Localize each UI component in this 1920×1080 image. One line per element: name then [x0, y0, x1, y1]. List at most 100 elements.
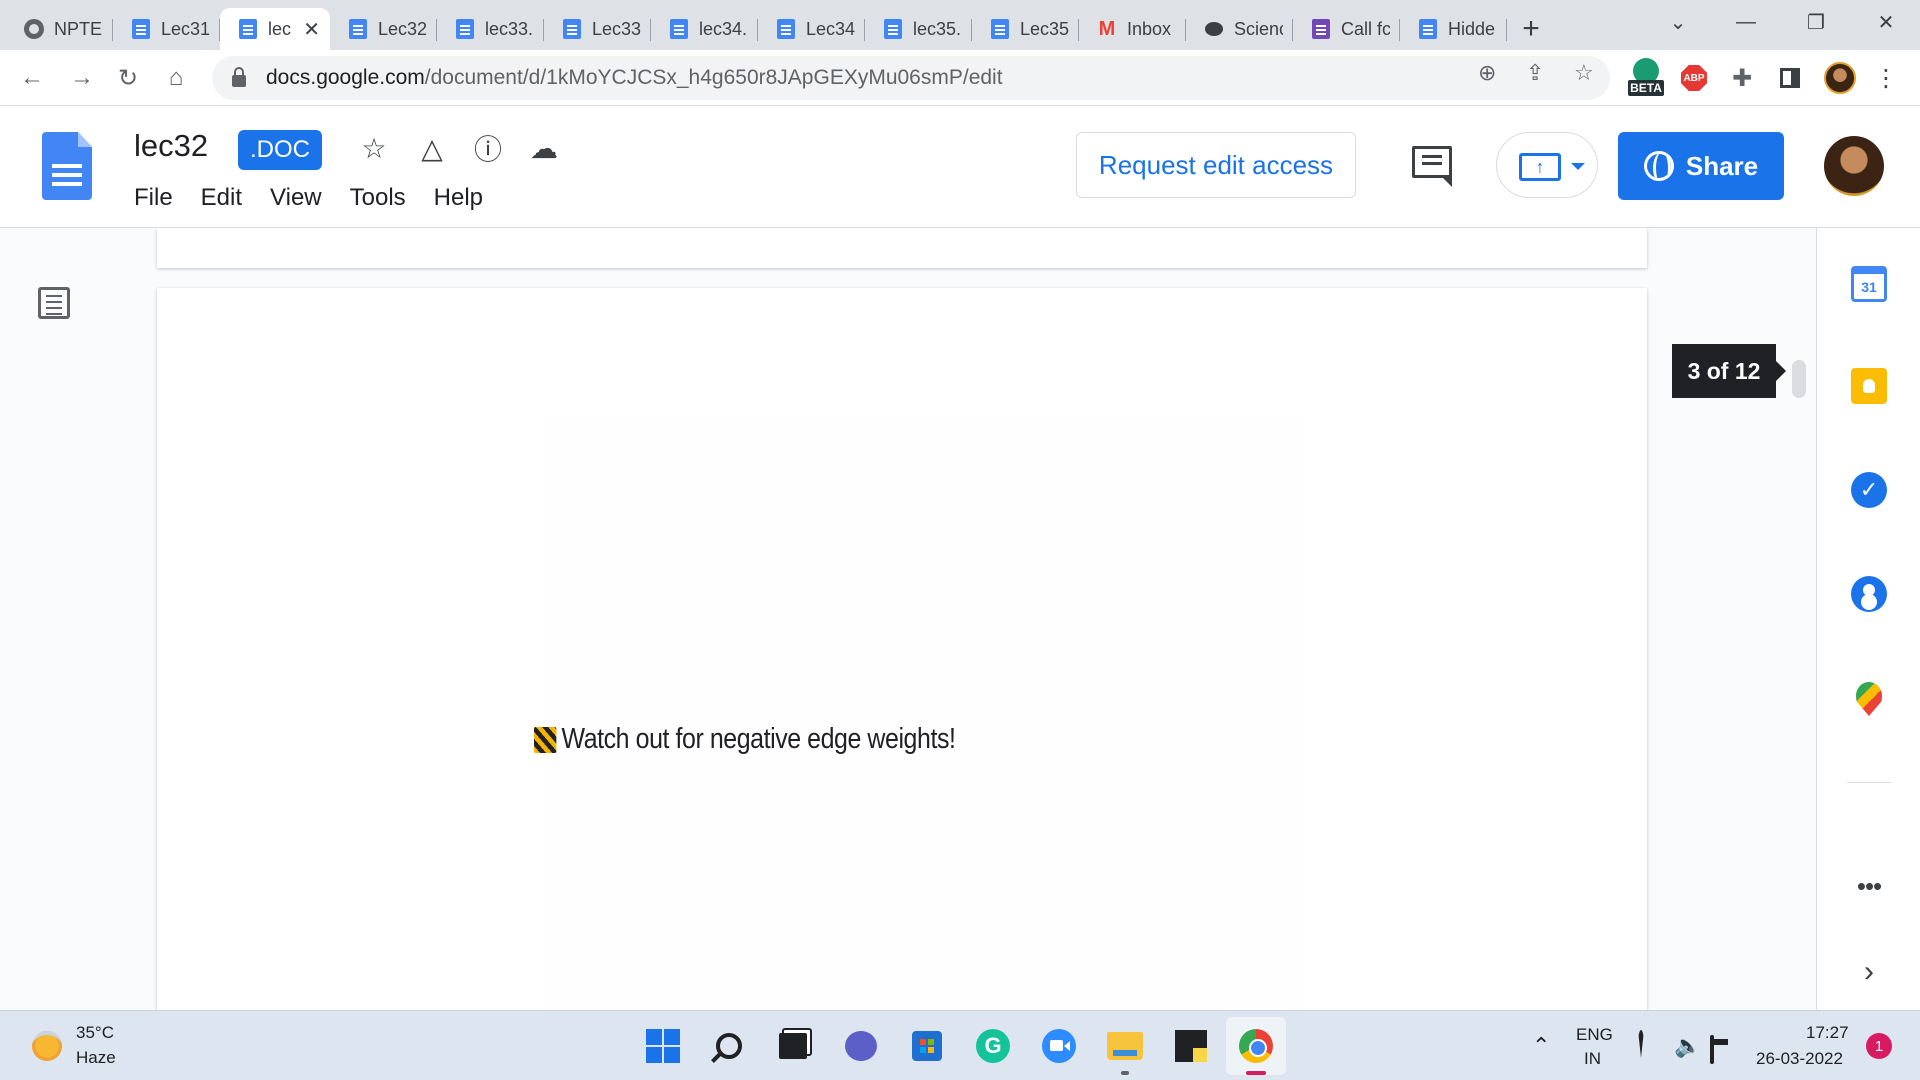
- contacts-icon[interactable]: [1851, 576, 1887, 612]
- restore-icon[interactable]: ❐: [1782, 0, 1850, 44]
- document-page: [157, 288, 1647, 1010]
- scrollbar-thumb[interactable]: [1792, 360, 1806, 398]
- forms-icon: [1311, 19, 1331, 39]
- url-text: docs.google.com/document/d/1kMoYCJCSx_h4…: [266, 66, 1003, 89]
- weather-haze-icon[interactable]: [32, 1031, 62, 1061]
- tab-lec33-doc[interactable]: lec33.: [437, 8, 544, 50]
- star-icon[interactable]: ☆: [356, 130, 392, 166]
- grammarly-icon[interactable]: G: [972, 1025, 1014, 1067]
- docs-icon: [990, 19, 1010, 39]
- share-button[interactable]: Share: [1618, 132, 1784, 200]
- request-edit-access-button[interactable]: Request edit access: [1076, 132, 1356, 198]
- weather-condition[interactable]: Haze: [76, 1048, 116, 1068]
- weather-temperature[interactable]: 35°C: [76, 1023, 114, 1043]
- sticky-notes-icon[interactable]: [1170, 1025, 1212, 1067]
- tab-science[interactable]: Scienc: [1186, 8, 1293, 50]
- tab-lec34-doc[interactable]: lec34.: [651, 8, 758, 50]
- search-icon[interactable]: [708, 1025, 750, 1067]
- extensions-puzzle-icon[interactable]: ✚: [1724, 60, 1760, 96]
- docs-icon: [455, 19, 475, 39]
- bookmark-star-icon[interactable]: ☆: [1574, 60, 1594, 86]
- clock-time[interactable]: 17:27: [1806, 1023, 1849, 1043]
- side-panel-icon[interactable]: [1772, 60, 1808, 96]
- tab-lec32-active[interactable]: lec ✕: [220, 8, 330, 50]
- maps-icon[interactable]: [1856, 682, 1882, 716]
- menu-help[interactable]: Help: [424, 180, 493, 216]
- home-icon[interactable]: ⌂: [156, 58, 196, 98]
- chrome-icon[interactable]: [1235, 1025, 1277, 1067]
- tab-lec35-doc[interactable]: lec35.: [865, 8, 972, 50]
- browser-toolbar: ← → ↻ ⌂ docs.google.com/document/d/1kMoY…: [0, 50, 1920, 106]
- minimize-icon[interactable]: —: [1712, 0, 1780, 44]
- teams-chat-icon[interactable]: [840, 1025, 882, 1067]
- reload-icon[interactable]: ↻: [108, 58, 148, 98]
- document-outline-icon[interactable]: [38, 287, 70, 319]
- tab-title: Lec31: [161, 18, 210, 39]
- start-menu-icon[interactable]: [642, 1025, 684, 1067]
- forward-arrow-icon[interactable]: →: [62, 58, 102, 98]
- input-region[interactable]: IN: [1584, 1049, 1601, 1069]
- tab-title: lec34.: [699, 18, 748, 39]
- tab-search-chevron-icon[interactable]: ⌄: [1644, 0, 1712, 44]
- tab-title: Lec35: [1020, 18, 1069, 39]
- docs-icon: [131, 19, 151, 39]
- tab-lec35[interactable]: Lec35: [972, 8, 1079, 50]
- file-explorer-icon[interactable]: [1104, 1025, 1146, 1067]
- document-title[interactable]: lec32: [134, 128, 208, 164]
- tab-hidden[interactable]: Hidde: [1400, 8, 1507, 50]
- tab-call-for[interactable]: Call fc: [1293, 8, 1400, 50]
- cloud-saved-icon[interactable]: ☁: [526, 130, 562, 166]
- previous-page: [157, 228, 1647, 268]
- tab-title: Hidde: [1448, 18, 1496, 39]
- calendar-icon[interactable]: 31: [1851, 266, 1887, 302]
- wifi-icon[interactable]: [1638, 1030, 1644, 1059]
- menu-file[interactable]: File: [124, 180, 183, 216]
- share-page-icon[interactable]: ⇪: [1526, 60, 1544, 86]
- beta-extension-icon[interactable]: BETA: [1626, 58, 1666, 98]
- microsoft-store-icon[interactable]: [906, 1025, 948, 1067]
- address-bar[interactable]: docs.google.com/document/d/1kMoYCJCSx_h4…: [212, 56, 1610, 100]
- page-heading: Watch out for negative edge weights!: [534, 723, 956, 756]
- profile-avatar[interactable]: [1822, 60, 1858, 96]
- tab-lec33[interactable]: Lec33: [544, 8, 651, 50]
- zoom-icon[interactable]: ⊕: [1478, 60, 1496, 86]
- tab-lec34[interactable]: Lec34: [758, 8, 865, 50]
- input-language[interactable]: ENG: [1576, 1025, 1613, 1045]
- tab-lec31[interactable]: Lec31: [113, 8, 220, 50]
- keep-icon[interactable]: [1851, 368, 1887, 404]
- comment-history-icon[interactable]: [1412, 146, 1452, 187]
- account-avatar[interactable]: [1824, 136, 1884, 196]
- tab-lec32[interactable]: Lec32: [330, 8, 437, 50]
- clock-date[interactable]: 26-03-2022: [1756, 1049, 1843, 1069]
- volume-icon[interactable]: 🔈: [1674, 1033, 1701, 1059]
- tab-title: Lec33: [592, 18, 641, 39]
- show-hidden-icons-icon[interactable]: ⌃: [1532, 1033, 1550, 1059]
- new-tab-button[interactable]: +: [1507, 8, 1555, 50]
- windows-taskbar: 35°C Haze G ⌃ ENG IN 🔈 17:27 26-03-2022 …: [0, 1010, 1920, 1080]
- docs-logo-icon[interactable]: [42, 132, 92, 200]
- task-view-icon[interactable]: [772, 1025, 814, 1067]
- move-to-drive-icon[interactable]: △: [414, 130, 450, 166]
- tab-gmail-inbox[interactable]: M Inbox: [1079, 8, 1186, 50]
- browser-menu-icon[interactable]: ⋮: [1868, 60, 1904, 96]
- expand-side-panel-icon[interactable]: ›: [1851, 954, 1887, 990]
- menu-view[interactable]: View: [260, 180, 332, 216]
- menu-edit[interactable]: Edit: [191, 180, 252, 216]
- battery-icon[interactable]: [1710, 1033, 1714, 1064]
- close-window-icon[interactable]: ✕: [1852, 0, 1920, 44]
- tab-title: Inbox: [1127, 18, 1172, 39]
- tasks-icon[interactable]: ✓: [1851, 472, 1887, 508]
- info-icon[interactable]: ⓘ: [470, 130, 506, 166]
- adblock-plus-icon[interactable]: ABP: [1676, 60, 1712, 96]
- notification-badge[interactable]: 1: [1866, 1033, 1892, 1059]
- back-arrow-icon[interactable]: ←: [12, 58, 52, 98]
- lock-icon: [232, 67, 246, 87]
- present-button[interactable]: ↑: [1496, 132, 1598, 198]
- close-tab-icon[interactable]: ✕: [303, 17, 320, 42]
- tab-nptel[interactable]: NPTEL: [6, 8, 113, 50]
- more-addons-icon[interactable]: •••: [1851, 868, 1887, 904]
- docs-icon: [348, 19, 368, 39]
- slide-image: [545, 418, 1305, 1010]
- menu-tools[interactable]: Tools: [340, 180, 416, 216]
- zoom-app-icon[interactable]: [1038, 1025, 1080, 1067]
